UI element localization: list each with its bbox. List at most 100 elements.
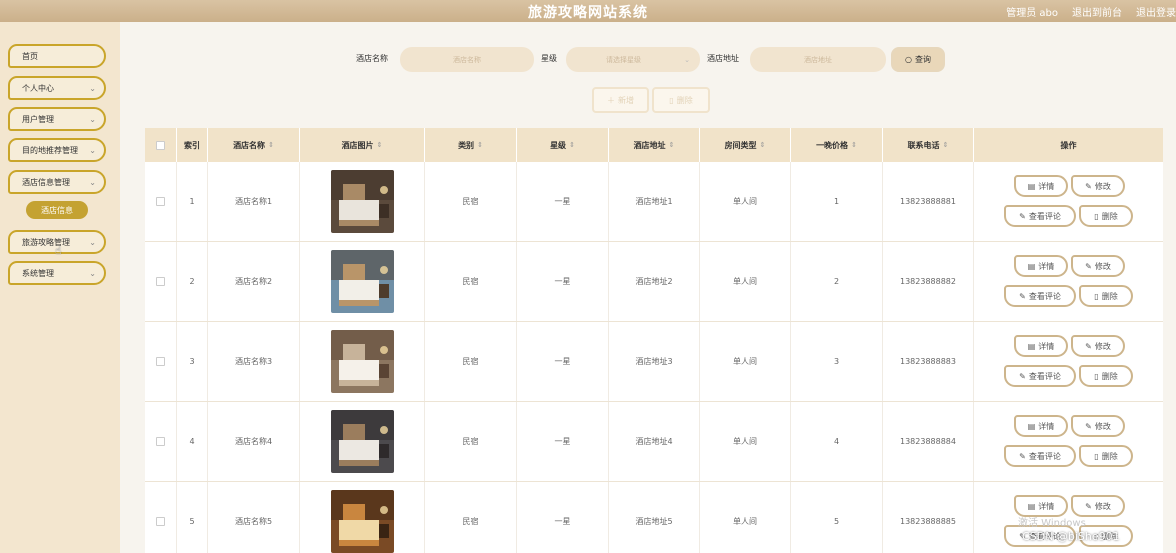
cell-image [300, 402, 425, 481]
row-checkbox[interactable] [156, 197, 165, 206]
delete-label: 删除 [1101, 371, 1118, 381]
cell-price: 2 [791, 242, 883, 321]
row-checkbox[interactable] [156, 277, 165, 286]
sidebar-subitem-hotel-info[interactable]: 酒店信息 [26, 201, 88, 219]
cell-address: 酒店地址4 [609, 402, 700, 481]
col-image[interactable]: 酒店图片 ⇕ [300, 128, 425, 162]
row-select-cell [145, 482, 177, 553]
cell-name: 酒店名称4 [208, 402, 300, 481]
sidebar-item-destination[interactable]: 目的地推荐管理 ⌄ [8, 138, 106, 162]
hotel-name-input[interactable]: 酒店名称 [400, 47, 534, 72]
edit-button[interactable]: ✎ 修改 [1071, 255, 1125, 277]
detail-button[interactable]: ▤ 详情 [1014, 255, 1068, 277]
col-category[interactable]: 类别 ⇕ [425, 128, 517, 162]
exit-to-front-link[interactable]: 退出到前台 [1072, 4, 1122, 19]
star-label: 星级 [541, 54, 557, 63]
sort-icon: ⇕ [477, 141, 483, 149]
hand-cursor-icon: ☝ [55, 244, 62, 257]
col-address[interactable]: 酒店地址 ⇕ [609, 128, 700, 162]
batch-delete-button[interactable]: ▯ 删除 [652, 87, 710, 113]
detail-button[interactable]: ▤ 详情 [1014, 335, 1068, 357]
row-checkbox[interactable] [156, 357, 165, 366]
query-button[interactable]: ○ 查询 [891, 47, 945, 72]
logout-link[interactable]: 退出登录 [1136, 4, 1176, 19]
cell-phone: 13823888885 [883, 482, 974, 553]
pencil-icon: ✎ [1085, 261, 1092, 271]
table-row: 4 酒店名称4 民宿 一星 酒店地址4 单人间 4 13823888884 ▤ 详情 ✎ 修改 ✎ 查看评… [145, 402, 1163, 482]
col-star[interactable]: 星级 ⇕ [517, 128, 609, 162]
sidebar-item-system[interactable]: 系统管理 ⌄ [8, 261, 106, 285]
cell-price: 3 [791, 322, 883, 401]
view-comments-button[interactable]: ✎ 查看评论 [1004, 205, 1076, 227]
select-all-cell [145, 128, 177, 162]
cell-room-type: 单人间 [700, 482, 791, 553]
detail-label: 详情 [1038, 261, 1055, 271]
sidebar-item-home[interactable]: 首页 [8, 44, 106, 68]
select-all-checkbox[interactable] [156, 140, 165, 150]
chevron-down-icon: ⌄ [89, 237, 96, 247]
comments-label: 查看评论 [1028, 291, 1061, 301]
cell-address: 酒店地址5 [609, 482, 700, 553]
delete-button[interactable]: ▯ 删除 [1079, 365, 1133, 387]
cell-phone: 13823888882 [883, 242, 974, 321]
col-label: 一晚价格 [816, 140, 849, 150]
cell-index: 2 [177, 242, 208, 321]
table-row: 1 酒店名称1 民宿 一星 酒店地址1 单人间 1 13823888881 ▤ 详情 ✎ 修改 ✎ 查看评… [145, 162, 1163, 242]
comments-label: 查看评论 [1028, 211, 1061, 221]
delete-label: 删除 [1101, 451, 1118, 461]
edit-button[interactable]: ✎ 修改 [1071, 415, 1125, 437]
detail-button[interactable]: ▤ 详情 [1014, 415, 1068, 437]
address-input[interactable]: 酒店地址 [750, 47, 886, 72]
cell-price: 1 [791, 162, 883, 241]
delete-button[interactable]: ▯ 删除 [1079, 205, 1133, 227]
col-label: 联系电话 [907, 140, 940, 150]
trash-icon: ▯ [1094, 291, 1099, 301]
add-button[interactable]: ＋ 新增 [592, 87, 649, 113]
site-title: 旅游攻略网站系统 [528, 5, 648, 21]
sidebar-item-personal-center[interactable]: 个人中心 ⌄ [8, 76, 106, 100]
hotel-room-image[interactable] [330, 490, 394, 553]
trash-icon: ▯ [1094, 451, 1099, 461]
view-comments-button[interactable]: ✎ 查看评论 [1004, 365, 1076, 387]
cell-star: 一星 [517, 402, 609, 481]
sidebar-item-label: 个人中心 [22, 83, 54, 93]
col-price[interactable]: 一晚价格 ⇕ [791, 128, 883, 162]
cell-star: 一星 [517, 322, 609, 401]
admin-user-link[interactable]: 管理员 abo [1006, 4, 1058, 19]
cell-star: 一星 [517, 162, 609, 241]
hotel-room-image[interactable] [330, 170, 394, 233]
address-label: 酒店地址 [707, 54, 739, 63]
sidebar-item-hotel-management[interactable]: 酒店信息管理 ⌄ [8, 170, 106, 194]
col-phone[interactable]: 联系电话 ⇕ [883, 128, 974, 162]
sidebar: 首页 个人中心 ⌄ 用户管理 ⌄ 目的地推荐管理 ⌄ 酒店信息管理 ⌄ 酒店信息… [0, 22, 120, 553]
document-icon: ▤ [1027, 421, 1036, 431]
view-comments-button[interactable]: ✎ 查看评论 [1004, 285, 1076, 307]
cell-room-type: 单人间 [700, 242, 791, 321]
hotel-room-image[interactable] [330, 410, 394, 473]
detail-button[interactable]: ▤ 详情 [1014, 175, 1068, 197]
chevron-down-icon: ⌄ [89, 268, 96, 278]
star-select[interactable]: 请选择星级 ⌄ [566, 47, 700, 72]
cell-address: 酒店地址2 [609, 242, 700, 321]
star-select-placeholder: 请选择星级 [606, 55, 641, 64]
hotel-room-image[interactable] [330, 330, 394, 393]
edit-button[interactable]: ✎ 修改 [1071, 175, 1125, 197]
cell-index: 4 [177, 402, 208, 481]
edit-label: 修改 [1094, 501, 1111, 511]
view-comments-button[interactable]: ✎ 查看评论 [1004, 445, 1076, 467]
col-room-type[interactable]: 房间类型 ⇕ [700, 128, 791, 162]
sidebar-item-user-management[interactable]: 用户管理 ⌄ [8, 107, 106, 131]
document-icon: ▤ [1027, 501, 1036, 511]
delete-button[interactable]: ▯ 删除 [1079, 445, 1133, 467]
col-name[interactable]: 酒店名称 ⇕ [208, 128, 300, 162]
delete-button[interactable]: ▯ 删除 [1079, 285, 1133, 307]
cell-phone: 13823888883 [883, 322, 974, 401]
row-checkbox[interactable] [156, 517, 165, 526]
cell-index: 5 [177, 482, 208, 553]
hotel-room-image[interactable] [330, 250, 394, 313]
edit-button[interactable]: ✎ 修改 [1071, 335, 1125, 357]
detail-label: 详情 [1038, 501, 1055, 511]
row-checkbox[interactable] [156, 437, 165, 446]
csdn-watermark: CSDN @biShe901 [1022, 530, 1120, 543]
cell-room-type: 单人间 [700, 402, 791, 481]
